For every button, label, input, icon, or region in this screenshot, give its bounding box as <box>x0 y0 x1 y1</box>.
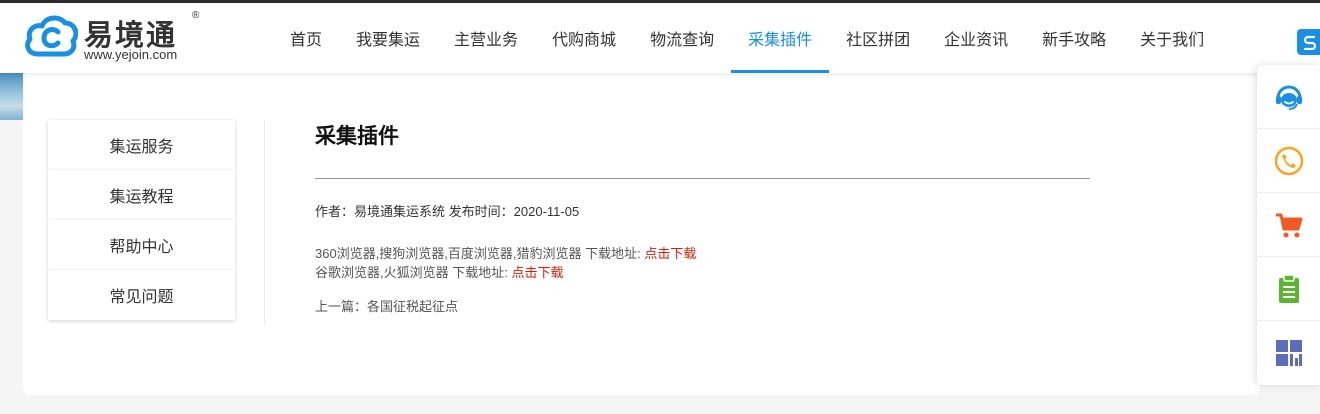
article: 采集插件 作者：易境通集运系统 发布时间：2020-11-05 360浏览器,搜… <box>315 120 1090 315</box>
prev-label: 上一篇： <box>315 299 368 314</box>
nav-news[interactable]: 企业资讯 <box>927 3 1025 73</box>
corner-extension-button[interactable] <box>1297 29 1320 55</box>
order-button[interactable] <box>1257 257 1320 321</box>
download-link-2[interactable]: 点击下载 <box>511 265 563 280</box>
column-divider <box>264 120 265 325</box>
page-title: 采集插件 <box>315 125 399 148</box>
floating-toolbar <box>1257 65 1320 385</box>
customer-service-button[interactable] <box>1257 65 1320 129</box>
browser-list-2: 谷歌浏览器,火狐浏览器 下载地址: <box>315 265 512 280</box>
article-meta: 作者：易境通集运系统 发布时间：2020-11-05 <box>315 201 1090 220</box>
browser-list-1: 360浏览器,搜狗浏览器,百度浏览器,猎豹浏览器 下载地址: <box>315 246 645 261</box>
prev-article-link[interactable]: 各国征税起征点 <box>367 299 458 314</box>
clipboard-icon <box>1278 273 1299 303</box>
cart-icon <box>1275 213 1302 237</box>
nav-business[interactable]: 主营业务 <box>437 3 535 73</box>
cart-button[interactable] <box>1257 193 1320 257</box>
nav-home[interactable]: 首页 <box>273 3 339 73</box>
sidebar-item-service[interactable]: 集运服务 <box>48 120 235 170</box>
phone-button[interactable] <box>1257 129 1320 193</box>
content-card: 集运服务 集运教程 帮助中心 常见问题 采集插件 作者：易境通集运系统 发布时间… <box>23 73 1260 395</box>
nav-guide[interactable]: 新手攻略 <box>1025 3 1123 73</box>
side-menu: 集运服务 集运教程 帮助中心 常见问题 <box>48 120 235 320</box>
publish-date: 2020-11-05 <box>513 204 580 219</box>
date-label: 发布时间： <box>448 204 514 219</box>
sidebar-item-tutorial[interactable]: 集运教程 <box>48 170 235 220</box>
download-line-2: 谷歌浏览器,火狐浏览器 下载地址: 点击下载 <box>315 263 1090 282</box>
brand-url: www.yejoin.com <box>84 47 178 62</box>
nav-tracking[interactable]: 物流查询 <box>633 3 731 73</box>
nav-plugin[interactable]: 采集插件 <box>731 3 830 73</box>
phone-icon <box>1274 146 1303 175</box>
main-nav: 首页 我要集运 主营业务 代购商城 物流查询 采集插件 社区拼团 企业资讯 新手… <box>273 3 1221 73</box>
author-label: 作者： <box>315 204 355 219</box>
customer-service-icon <box>1275 85 1302 110</box>
s-logo-icon <box>1303 35 1317 50</box>
download-link-1[interactable]: 点击下载 <box>644 246 696 261</box>
cloud-logo-icon <box>25 15 78 57</box>
sidebar-item-help[interactable]: 帮助中心 <box>48 220 235 270</box>
previous-article: 上一篇：各国征税起征点 <box>315 296 1090 315</box>
registered-mark: ® <box>192 10 200 21</box>
author-name: 易境通集运系统 <box>354 204 446 219</box>
sidebar-item-faq[interactable]: 常见问题 <box>48 270 235 320</box>
qrcode-button[interactable] <box>1257 321 1320 385</box>
download-line-1: 360浏览器,搜狗浏览器,百度浏览器,猎豹浏览器 下载地址: 点击下载 <box>315 244 1090 263</box>
logo[interactable]: 易境通 ® www.yejoin.com <box>24 10 214 64</box>
site-header: 易境通 ® www.yejoin.com 首页 我要集运 主营业务 代购商城 物… <box>0 3 1320 73</box>
nav-consolidate[interactable]: 我要集运 <box>339 3 437 73</box>
nav-shop[interactable]: 代购商城 <box>535 3 633 73</box>
nav-group-buy[interactable]: 社区拼团 <box>829 3 927 73</box>
article-body: 360浏览器,搜狗浏览器,百度浏览器,猎豹浏览器 下载地址: 点击下载 谷歌浏览… <box>315 244 1090 282</box>
qrcode-icon <box>1275 340 1302 366</box>
background-banner-edge <box>0 73 23 120</box>
title-divider <box>315 178 1090 179</box>
nav-about[interactable]: 关于我们 <box>1123 3 1221 73</box>
